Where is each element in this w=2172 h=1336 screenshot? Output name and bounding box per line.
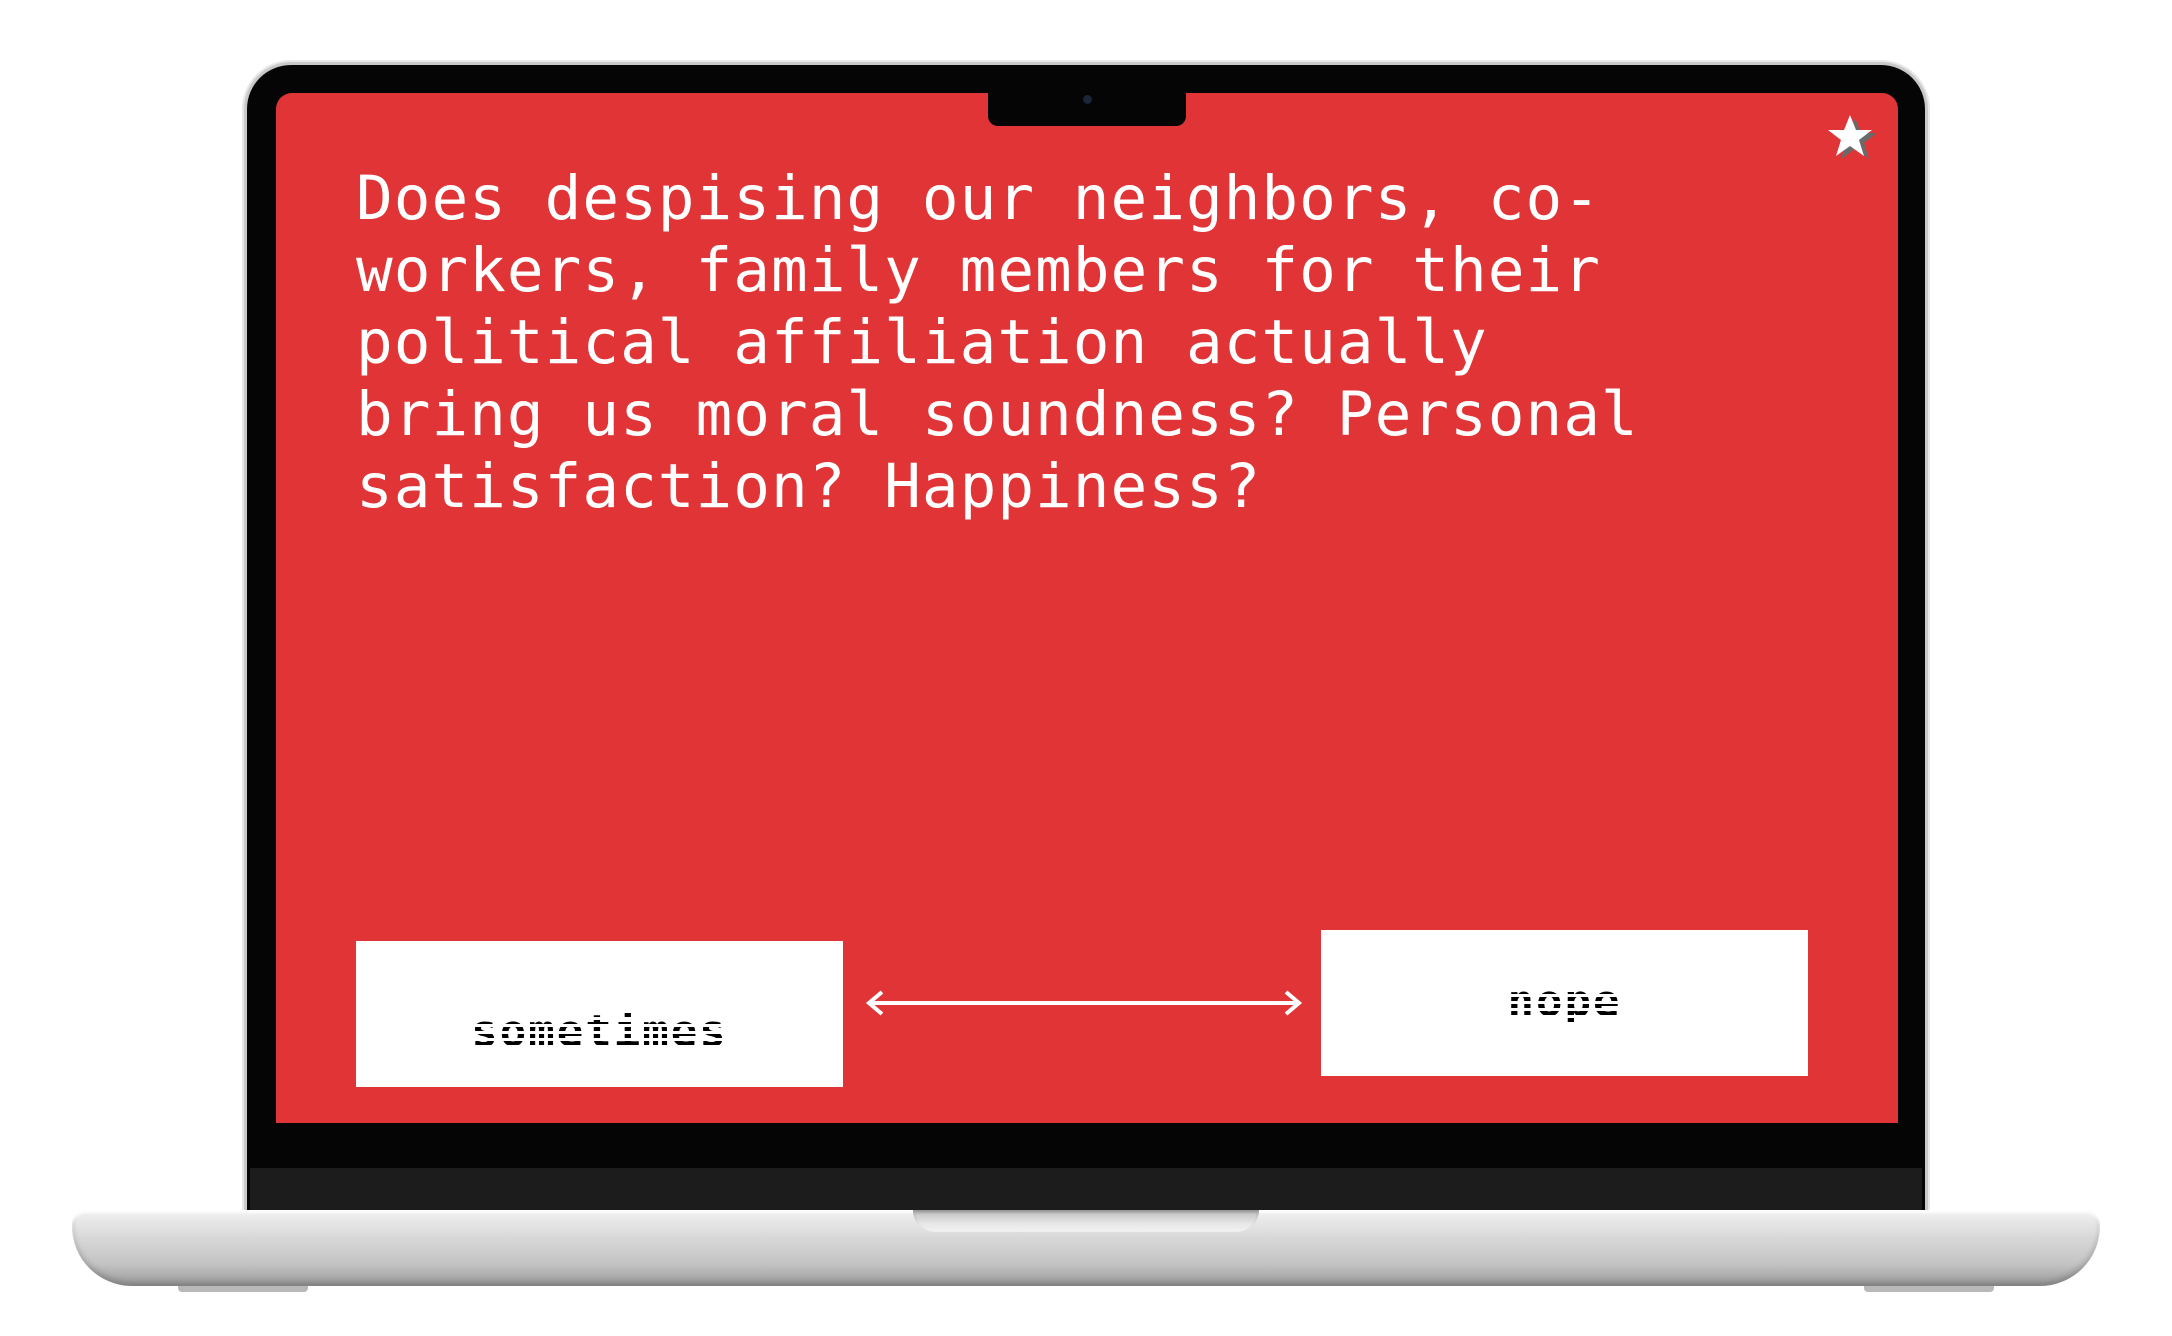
answer-sometimes-button[interactable]: sometimes xyxy=(356,941,843,1087)
double-arrow-icon xyxy=(865,990,1303,1016)
star-icon[interactable] xyxy=(1824,111,1876,163)
laptop-mockup: Does despising our neighbors, co-workers… xyxy=(0,0,2172,1336)
laptop-foot-right xyxy=(1864,1286,1994,1292)
app-screen: Does despising our neighbors, co-workers… xyxy=(276,93,1898,1123)
question-text: Does despising our neighbors, co-workers… xyxy=(356,163,1639,522)
laptop-foot-left xyxy=(178,1286,308,1292)
camera-icon xyxy=(1083,95,1092,104)
answer-nope-button[interactable]: nope xyxy=(1321,930,1808,1076)
laptop-opening-notch xyxy=(913,1210,1259,1232)
answer-sometimes-label: sometimes xyxy=(471,1005,728,1057)
screen-bottom-bezel xyxy=(250,1168,1922,1212)
answer-nope-label: nope xyxy=(1507,975,1622,1027)
